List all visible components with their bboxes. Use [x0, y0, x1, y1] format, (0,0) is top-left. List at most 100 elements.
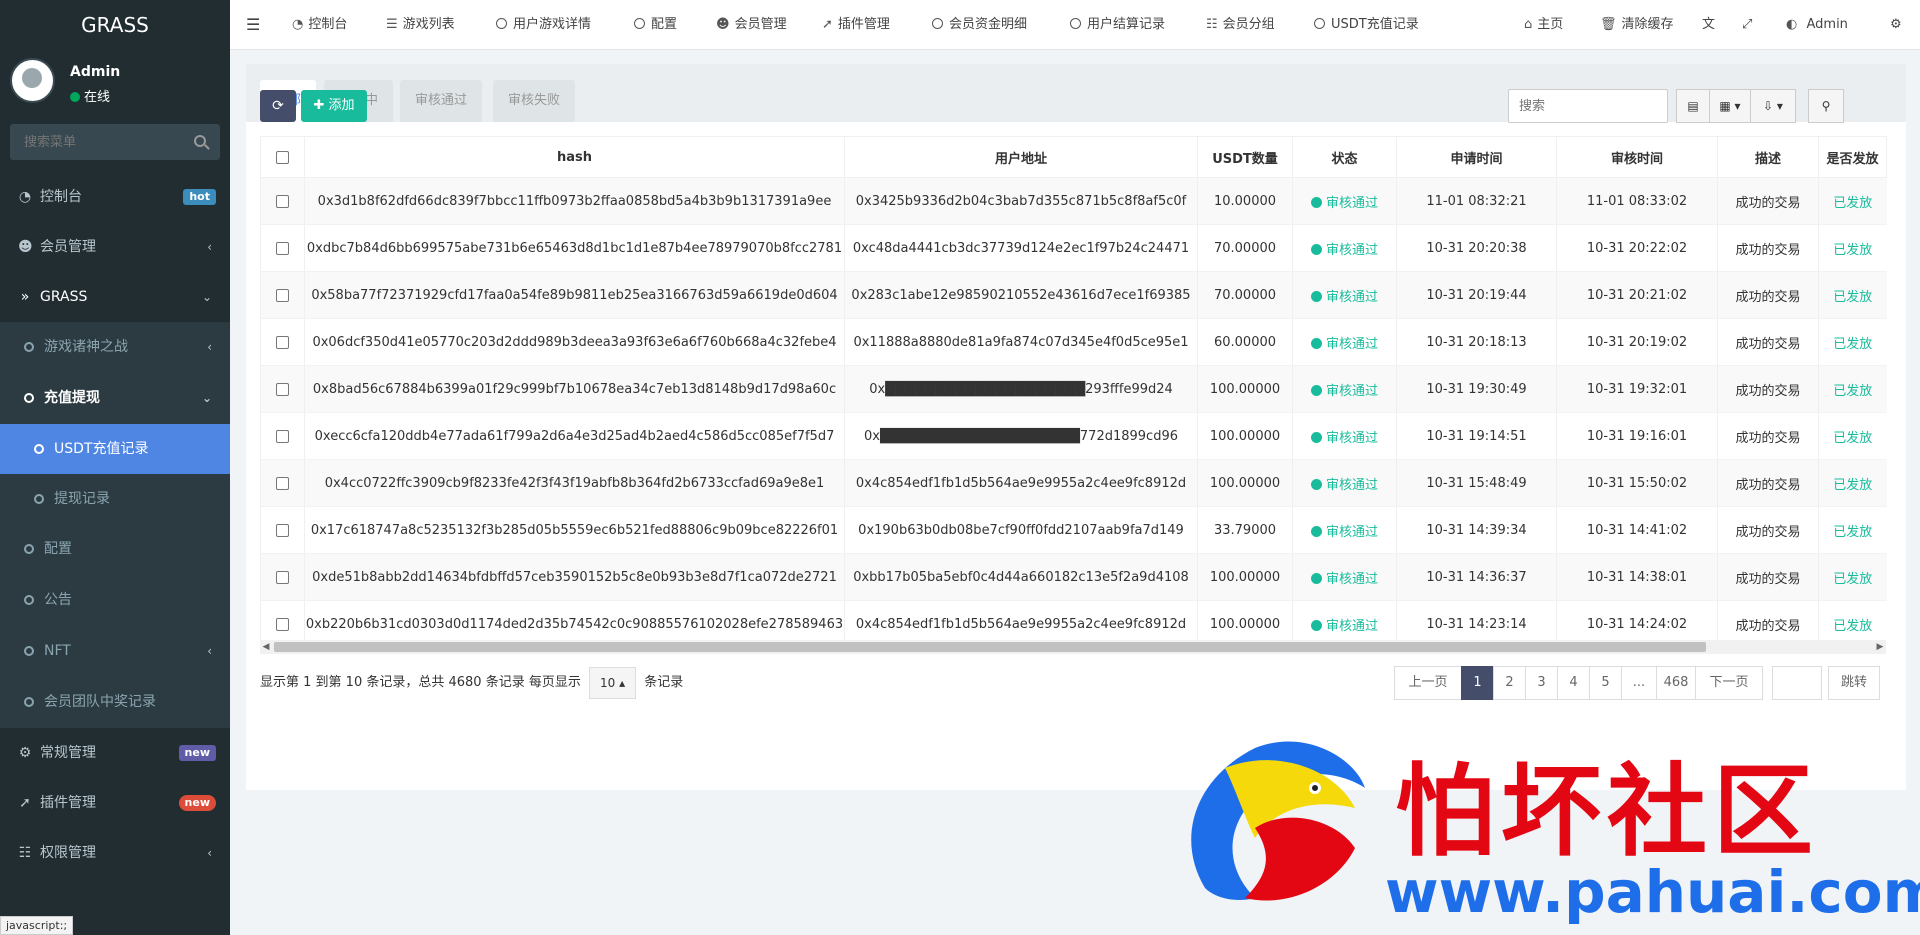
table-row[interactable]: 0x8bad56c67884b6399a01f29c999bf7b10678ea…	[260, 365, 1887, 413]
sidebar-item-dashboard[interactable]: ◔ 控制台 hot	[0, 172, 230, 222]
sidebar-item-general[interactable]: ⚙ 常规管理 new	[0, 728, 230, 778]
sidebar-item-member[interactable]: ☻ 会员管理 ‹	[0, 222, 230, 272]
row-checkbox[interactable]	[276, 194, 289, 208]
sidebar-item-usdt-recharge[interactable]: USDT充值记录	[0, 424, 230, 474]
nav-tab-member[interactable]: ☻ 会员管理	[716, 0, 787, 50]
nav-tab-label: 会员资金明细	[949, 17, 1028, 32]
sent-status-link[interactable]: 已发放	[1833, 384, 1872, 399]
col-sent[interactable]: 是否发放	[1818, 136, 1887, 178]
sidebar-item-plugins[interactable]: ➚ 插件管理 new	[0, 778, 230, 828]
nav-tab-plugins[interactable]: ➚ 插件管理	[822, 0, 890, 50]
nav-tab-member-group[interactable]: ☷ 会员分组	[1206, 0, 1275, 50]
select-all-checkbox[interactable]	[276, 150, 289, 164]
page-5[interactable]: 5	[1589, 666, 1622, 700]
table-row[interactable]: 0x4cc0722ffc3909cb9f8233fe42f3f43f19abfb…	[260, 459, 1887, 507]
nav-tab-usdt-recharge[interactable]: USDT充值记录	[1314, 0, 1419, 50]
refresh-button[interactable]: ⟳	[260, 90, 296, 122]
sidebar-item-team-prize[interactable]: 会员团队中奖记录	[0, 677, 230, 728]
translate-icon[interactable]: 文	[1702, 0, 1715, 50]
sidebar-item-config[interactable]: 配置	[0, 524, 230, 575]
row-checkbox[interactable]	[276, 429, 289, 443]
admin-menu[interactable]: ◐ Admin	[1786, 0, 1848, 50]
sidebar-item-recharge[interactable]: 充值提现 ⌄	[0, 373, 230, 424]
sent-status-link[interactable]: 已发放	[1833, 243, 1872, 258]
col-desc[interactable]: 描述	[1717, 136, 1819, 178]
sidebar-item-nft[interactable]: NFT ‹	[0, 626, 230, 677]
page-3[interactable]: 3	[1525, 666, 1558, 700]
table-search-input[interactable]	[1508, 89, 1668, 123]
nav-tab-user-game-detail[interactable]: 用户游戏详情	[496, 0, 591, 50]
sent-status-link[interactable]: 已发放	[1833, 572, 1872, 587]
sidebar-item-game-gods[interactable]: 游戏诸神之战 ‹	[0, 322, 230, 373]
sidebar-item-grass[interactable]: » GRASS ⌄	[0, 272, 230, 322]
sent-status-link[interactable]: 已发放	[1833, 431, 1872, 446]
jump-button[interactable]: 跳转	[1828, 666, 1880, 700]
advanced-search-button[interactable]: ⚲	[1808, 89, 1844, 123]
table-row[interactable]: 0xde51b8abb2dd14634bfdbffd57ceb3590152b5…	[260, 553, 1887, 601]
search-icon[interactable]	[194, 135, 206, 147]
sent-status-link[interactable]: 已发放	[1833, 525, 1872, 540]
page-last[interactable]: 468	[1656, 666, 1696, 700]
scroll-right-icon[interactable]: ▶	[1874, 640, 1886, 654]
row-checkbox[interactable]	[276, 288, 289, 302]
col-hash[interactable]: hash	[304, 136, 845, 178]
row-checkbox[interactable]	[276, 476, 289, 490]
col-review-time[interactable]: 审核时间	[1556, 136, 1718, 178]
add-button[interactable]: ✚ 添加	[301, 90, 367, 122]
settings-icon[interactable]: ⚙	[1890, 0, 1902, 50]
nav-tab-label: 会员分组	[1222, 17, 1275, 32]
table-row[interactable]: 0xdbc7b84d6bb699575abe731b6e65463d8d1bc1…	[260, 224, 1887, 272]
menu-toggle-icon[interactable]: ☰	[246, 0, 260, 50]
page-size-select[interactable]: 10 ▴	[588, 666, 637, 699]
col-amount[interactable]: USDT数量	[1197, 136, 1293, 178]
scroll-left-icon[interactable]: ◀	[260, 640, 272, 654]
col-status[interactable]: 状态	[1292, 136, 1397, 178]
page-4[interactable]: 4	[1557, 666, 1590, 700]
sidebar-item-permissions[interactable]: ☷ 权限管理 ‹	[0, 828, 230, 878]
row-checkbox[interactable]	[276, 335, 289, 349]
sent-status-link[interactable]: 已发放	[1833, 337, 1872, 352]
nav-tab-config[interactable]: 配置	[634, 0, 677, 50]
table-row[interactable]: 0xecc6cfa120ddb4e77ada61f799a2d6a4e3d25a…	[260, 412, 1887, 460]
row-checkbox[interactable]	[276, 617, 289, 631]
columns-button[interactable]: ▦ ▾	[1709, 89, 1751, 123]
next-page-button[interactable]: 下一页	[1695, 666, 1763, 700]
table-row[interactable]: 0x17c618747a8c5235132f3b285d05b5559ec6b5…	[260, 506, 1887, 554]
row-checkbox[interactable]	[276, 241, 289, 255]
export-button[interactable]: ⇩ ▾	[1750, 89, 1796, 123]
sent-status-link[interactable]: 已发放	[1833, 196, 1872, 211]
nav-tab-dashboard[interactable]: ◔ 控制台	[292, 0, 347, 50]
sidebar-search-input[interactable]	[10, 124, 220, 160]
status-dot-icon	[1310, 478, 1322, 490]
table-row[interactable]: 0x58ba77f72371929cfd17faa0a54fe89b9811eb…	[260, 271, 1887, 319]
clear-cache-button[interactable]: 🗑 清除缓存	[1600, 0, 1674, 50]
fullscreen-icon[interactable]: ⤢	[1742, 0, 1752, 50]
page-2[interactable]: 2	[1493, 666, 1526, 700]
toggle-view-button[interactable]: ▤	[1676, 89, 1710, 123]
col-apply-time[interactable]: 申请时间	[1396, 136, 1557, 178]
sidebar-item-notice[interactable]: 公告	[0, 575, 230, 626]
sent-status-link[interactable]: 已发放	[1833, 619, 1872, 634]
tab-rejected[interactable]: 审核失败	[493, 80, 576, 122]
nav-tab-game-list[interactable]: ☰ 游戏列表	[386, 0, 455, 50]
tab-approved[interactable]: 审核通过	[400, 80, 483, 122]
scrollbar-thumb[interactable]	[274, 642, 1706, 652]
horizontal-scrollbar[interactable]: ◀ ▶	[260, 640, 1886, 654]
row-checkbox[interactable]	[276, 382, 289, 396]
table-row[interactable]: 0x06dcf350d41e05770c203d2ddd989b3deea3a9…	[260, 318, 1887, 366]
sidebar-item-withdraw[interactable]: 提现记录	[0, 474, 230, 524]
row-checkbox[interactable]	[276, 570, 289, 584]
nav-tab-settlement[interactable]: 用户结算记录	[1070, 0, 1165, 50]
home-link[interactable]: ⌂ 主页	[1524, 0, 1563, 50]
col-address[interactable]: 用户地址	[844, 136, 1198, 178]
sent-status-link[interactable]: 已发放	[1833, 290, 1872, 305]
row-checkbox[interactable]	[276, 523, 289, 537]
sent-status-link[interactable]: 已发放	[1833, 478, 1872, 493]
nav-tab-member-funds[interactable]: 会员资金明细	[932, 0, 1027, 50]
sidebar-search	[10, 124, 220, 160]
brand-logo[interactable]: GRASS	[0, 0, 230, 50]
prev-page-button[interactable]: 上一页	[1394, 666, 1462, 700]
jump-page-input[interactable]	[1772, 666, 1822, 700]
table-row[interactable]: 0x3d1b8f62dfd66dc839f7bbcc11ffb0973b2ffa…	[260, 177, 1887, 225]
page-1[interactable]: 1	[1461, 666, 1494, 700]
